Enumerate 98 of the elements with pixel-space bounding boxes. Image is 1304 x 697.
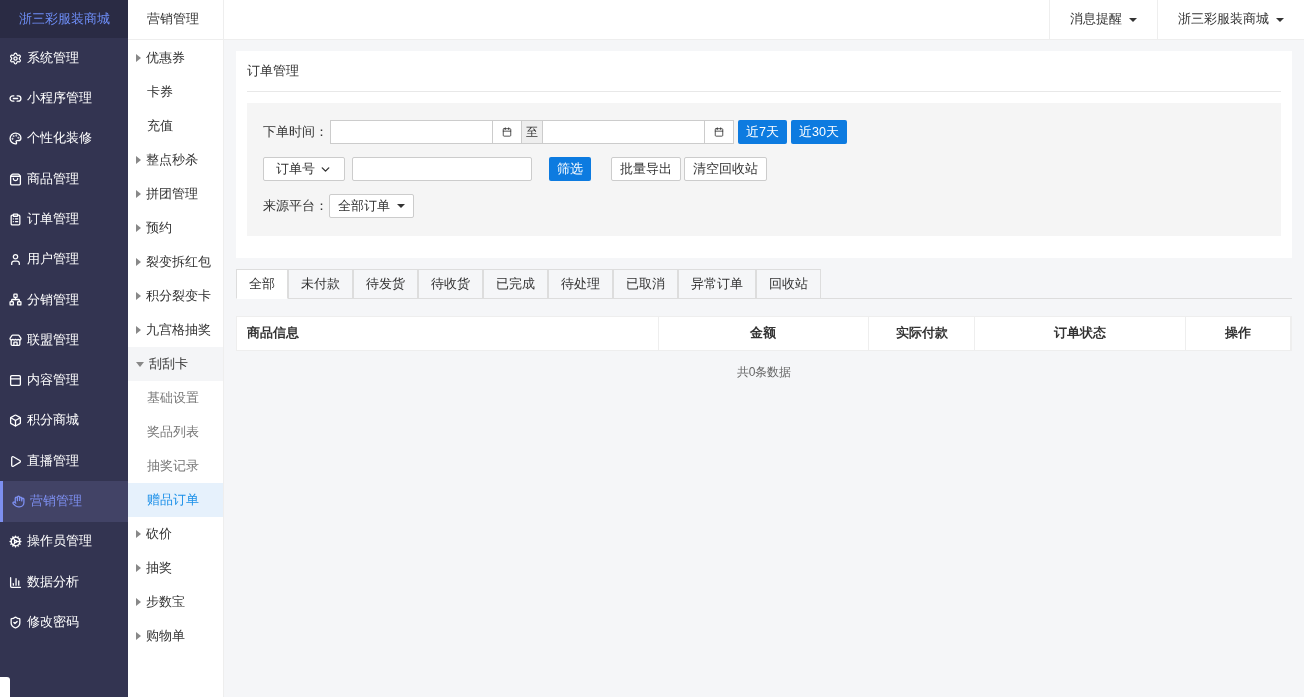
sidebar-item[interactable]: 商品管理 xyxy=(0,158,128,200)
sidebar-item[interactable]: 积分商城 xyxy=(0,400,128,441)
user-icon xyxy=(9,253,22,267)
caret-right-icon xyxy=(136,598,141,606)
sidebar-item[interactable]: 修改密码 xyxy=(0,602,128,643)
status-tab[interactable]: 异常订单 xyxy=(678,269,756,299)
collapse-tab[interactable] xyxy=(0,677,10,697)
calendar-icon xyxy=(714,127,724,137)
status-tab[interactable]: 全部 xyxy=(236,269,288,299)
sidebar-item[interactable]: 小程序管理 xyxy=(0,78,128,119)
sidebar-item[interactable]: 数据分析 xyxy=(0,561,128,603)
start-date-field[interactable] xyxy=(330,120,493,144)
subnav-group[interactable]: 抽奖 xyxy=(128,551,223,585)
search-type-select[interactable]: 订单号 xyxy=(263,157,345,181)
cog-icon xyxy=(9,535,22,549)
column-header: 订单状态 xyxy=(974,317,1186,350)
subnav-link[interactable]: 充值 xyxy=(128,109,223,143)
network-icon xyxy=(9,293,22,307)
shield-icon xyxy=(9,615,22,629)
sidebar-item[interactable]: 直播管理 xyxy=(0,440,128,482)
quick-range-button[interactable]: 近30天 xyxy=(790,120,847,144)
subnav-link[interactable]: 抽奖记录 xyxy=(128,449,223,483)
sidebar-item[interactable]: 用户管理 xyxy=(0,239,128,280)
calendar-button[interactable] xyxy=(493,120,522,144)
caret-down-icon xyxy=(1276,17,1284,22)
subnav-group[interactable]: 积分裂变卡 xyxy=(128,279,223,313)
subnav-group[interactable]: 九宫格抽奖 xyxy=(128,313,223,347)
action-button[interactable]: 批量导出 xyxy=(611,157,681,181)
search-input[interactable] xyxy=(352,157,532,181)
caret-down-icon xyxy=(136,361,144,367)
subnav-group[interactable]: 整点秒杀 xyxy=(128,143,223,177)
palette-icon xyxy=(9,132,22,146)
header-menu[interactable]: 消息提醒 xyxy=(1049,0,1157,39)
caret-right-icon xyxy=(136,156,141,164)
column-header: 金额 xyxy=(658,317,870,350)
status-tab[interactable]: 待收货 xyxy=(418,269,483,299)
sidebar-item[interactable]: 系统管理 xyxy=(0,38,128,79)
caret-right-icon xyxy=(136,564,141,572)
bar-chart-icon xyxy=(9,575,22,589)
clipboard-icon xyxy=(9,212,22,226)
date-separator: 至 xyxy=(522,120,542,144)
empty-message: 共0条数据 xyxy=(735,364,793,381)
caret-right-icon xyxy=(136,224,141,232)
caret-right-icon xyxy=(136,190,141,198)
sidebar-item[interactable]: 订单管理 xyxy=(0,199,128,240)
status-tab[interactable]: 待发货 xyxy=(353,269,418,299)
subnav-link[interactable]: 奖品列表 xyxy=(128,415,223,449)
column-header: 实际付款 xyxy=(869,317,975,350)
subnav-title: 营销管理 xyxy=(128,0,223,40)
subnav-group[interactable]: 优惠券 xyxy=(128,41,223,75)
date-label: 下单时间： xyxy=(263,123,328,142)
status-tab[interactable]: 已完成 xyxy=(483,269,548,299)
store-icon xyxy=(9,333,22,347)
sidebar-item[interactable]: 操作员管理 xyxy=(0,521,128,562)
gear-icon xyxy=(9,51,22,65)
bag-icon xyxy=(9,172,22,186)
subnav-link[interactable]: 基础设置 xyxy=(128,381,223,415)
platform-label: 来源平台： xyxy=(263,197,328,216)
caret-right-icon xyxy=(136,258,141,266)
card-title: 订单管理 xyxy=(247,51,1281,92)
subnav-group[interactable]: 刮刮卡 xyxy=(128,347,223,381)
header-menu[interactable]: 浙三彩服装商城 xyxy=(1157,0,1304,39)
caret-right-icon xyxy=(136,292,141,300)
subnav-link[interactable]: 卡券 xyxy=(128,75,223,109)
status-tab[interactable]: 待处理 xyxy=(548,269,613,299)
subnav-group[interactable]: 砍价 xyxy=(128,517,223,551)
action-button[interactable]: 清空回收站 xyxy=(684,157,767,181)
subnav-group[interactable]: 预约 xyxy=(128,211,223,245)
calendar-button[interactable] xyxy=(705,120,734,144)
caret-right-icon xyxy=(136,54,141,62)
caret-down-icon xyxy=(397,204,405,208)
column-header: 操作 xyxy=(1185,317,1291,350)
caret-right-icon xyxy=(136,530,141,538)
sidebar-item[interactable]: 分销管理 xyxy=(0,279,128,321)
box-icon xyxy=(9,414,22,428)
sidebar-item[interactable]: 内容管理 xyxy=(0,360,128,401)
column-header: 商品信息 xyxy=(237,317,659,350)
quick-range-button[interactable]: 近7天 xyxy=(738,120,787,144)
caret-right-icon xyxy=(136,632,141,640)
status-tab[interactable]: 已取消 xyxy=(613,269,678,299)
filter-button[interactable]: 筛选 xyxy=(549,157,591,181)
calendar-icon xyxy=(502,127,512,137)
brand-title: 浙三彩服装商城 xyxy=(0,0,128,38)
subnav-group[interactable]: 拼团管理 xyxy=(128,177,223,211)
hand-icon xyxy=(12,494,25,508)
subnav-group[interactable]: 裂变拆红包 xyxy=(128,245,223,279)
caret-right-icon xyxy=(136,326,141,334)
sidebar-item[interactable]: 联盟管理 xyxy=(0,320,128,361)
status-tab[interactable]: 未付款 xyxy=(288,269,353,299)
subnav-group[interactable]: 购物单 xyxy=(128,619,223,653)
subnav-group[interactable]: 步数宝 xyxy=(128,585,223,619)
panel-icon xyxy=(9,374,22,387)
caret-down-icon xyxy=(1129,17,1137,22)
end-date-field[interactable] xyxy=(542,120,705,144)
play-icon xyxy=(9,454,22,468)
sidebar-item[interactable]: 个性化装修 xyxy=(0,118,128,159)
status-tab[interactable]: 回收站 xyxy=(756,269,821,299)
platform-dropdown[interactable]: 全部订单 xyxy=(329,194,414,218)
